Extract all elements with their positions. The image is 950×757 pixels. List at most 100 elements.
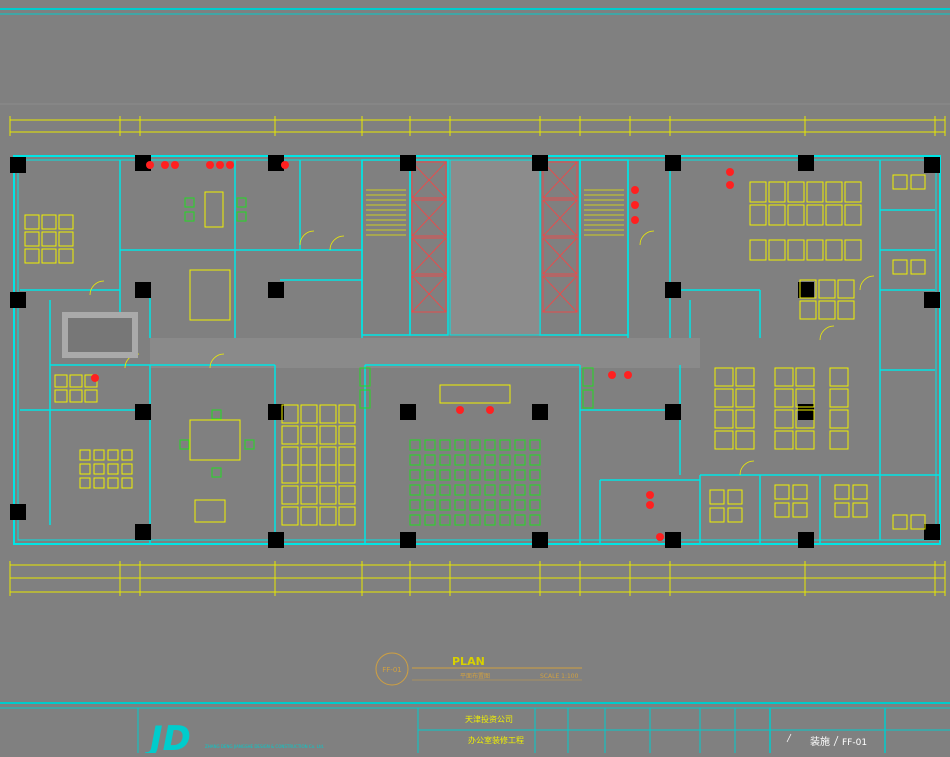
red-dot bbox=[456, 406, 464, 414]
workstation-desk bbox=[749, 239, 767, 261]
workstation-desk bbox=[844, 204, 862, 226]
red-dot bbox=[206, 161, 214, 169]
workstation-desk bbox=[852, 502, 868, 518]
workstation-desk bbox=[787, 239, 805, 261]
door-swing bbox=[89, 280, 105, 296]
workstation-desk bbox=[338, 506, 356, 526]
plant-stand bbox=[582, 389, 594, 409]
training-chair bbox=[529, 454, 541, 466]
workstation-desk bbox=[892, 174, 908, 190]
workstation-desk bbox=[892, 259, 908, 275]
workstation-desk bbox=[774, 409, 794, 429]
workstation-desk bbox=[799, 300, 817, 320]
column bbox=[10, 157, 26, 173]
training-chair bbox=[454, 499, 466, 511]
training-chair bbox=[424, 514, 436, 526]
workstation-desk bbox=[300, 446, 318, 466]
workstation-desk bbox=[768, 204, 786, 226]
training-chair bbox=[409, 469, 421, 481]
workstation-desk bbox=[825, 204, 843, 226]
training-chair bbox=[484, 439, 496, 451]
workstation-desk bbox=[54, 389, 68, 403]
workstation-desk bbox=[727, 489, 743, 505]
column bbox=[135, 524, 151, 540]
training-chair bbox=[439, 454, 451, 466]
workstation-desk bbox=[69, 389, 83, 403]
training-chair bbox=[499, 439, 511, 451]
workstation-desk bbox=[714, 388, 734, 408]
drawing-number-slash bbox=[833, 735, 839, 747]
plan-subtitle-left: 平面布置图 bbox=[460, 672, 490, 680]
workstation-desk bbox=[806, 239, 824, 261]
training-chair bbox=[439, 514, 451, 526]
workstation-desk bbox=[844, 239, 862, 261]
drawing-type-slash bbox=[786, 733, 792, 743]
training-chair bbox=[454, 439, 466, 451]
training-chair bbox=[409, 514, 421, 526]
workstation-desk bbox=[338, 446, 356, 466]
workstation-desk bbox=[749, 181, 767, 203]
workstation-desk bbox=[834, 502, 850, 518]
training-chair bbox=[514, 514, 526, 526]
column bbox=[924, 524, 940, 540]
workstation-desk bbox=[735, 409, 755, 429]
training-chair bbox=[514, 469, 526, 481]
workstation-desk bbox=[338, 425, 356, 445]
workstation-desk bbox=[79, 477, 91, 489]
workstation-desk bbox=[24, 214, 40, 230]
column bbox=[665, 282, 681, 298]
training-chair bbox=[469, 499, 481, 511]
training-chair bbox=[454, 484, 466, 496]
workstation-desk bbox=[714, 367, 734, 387]
red-dot bbox=[161, 161, 169, 169]
workstation-desk bbox=[735, 367, 755, 387]
plan-title: PLAN bbox=[452, 655, 485, 668]
red-dot bbox=[91, 374, 99, 382]
workstation-desk bbox=[300, 464, 318, 484]
training-chair bbox=[499, 469, 511, 481]
red-dot bbox=[608, 371, 616, 379]
workstation-desk bbox=[735, 430, 755, 450]
workstation-desk bbox=[818, 300, 836, 320]
column bbox=[10, 292, 26, 308]
workstation-desk bbox=[714, 409, 734, 429]
workstation-desk bbox=[825, 239, 843, 261]
red-dot bbox=[656, 533, 664, 541]
drawing-title-strip bbox=[0, 702, 950, 753]
column bbox=[665, 404, 681, 420]
red-dot bbox=[631, 201, 639, 209]
column bbox=[532, 532, 548, 548]
cad-drawing-canvas: FF-01 PLAN 平面布置图 SCALE 1:100 JD ZHANG DE… bbox=[0, 0, 950, 757]
workstation-desk bbox=[829, 430, 849, 450]
red-dot bbox=[216, 161, 224, 169]
red-dot bbox=[226, 161, 234, 169]
workstation-desk bbox=[79, 463, 91, 475]
workstation-desk bbox=[795, 367, 815, 387]
training-chair bbox=[469, 514, 481, 526]
workstation-desk bbox=[806, 204, 824, 226]
red-dot bbox=[624, 371, 632, 379]
workstation-desk bbox=[709, 489, 725, 505]
red-dot bbox=[631, 186, 639, 194]
door-swing bbox=[639, 230, 655, 246]
workstation-desk bbox=[41, 231, 57, 247]
training-chair bbox=[514, 484, 526, 496]
workstation-desk bbox=[281, 446, 299, 466]
green-chair bbox=[236, 197, 247, 208]
training-chair bbox=[469, 469, 481, 481]
workstation-desk bbox=[121, 449, 133, 461]
workstation-desk bbox=[107, 477, 119, 489]
workstation-desk bbox=[93, 477, 105, 489]
workstation-desk bbox=[338, 485, 356, 505]
training-chair bbox=[529, 439, 541, 451]
workstation-desk bbox=[93, 463, 105, 475]
column bbox=[532, 155, 548, 171]
training-chair bbox=[499, 499, 511, 511]
company-logo: JD ZHANG DENG JIANGSHE DESIGN & CONSTRUC… bbox=[144, 719, 324, 757]
training-chair bbox=[469, 454, 481, 466]
training-chair bbox=[424, 469, 436, 481]
workstation-desk bbox=[24, 248, 40, 264]
training-chair bbox=[424, 454, 436, 466]
workstation-desk bbox=[714, 430, 734, 450]
workstation-desk bbox=[69, 374, 83, 388]
